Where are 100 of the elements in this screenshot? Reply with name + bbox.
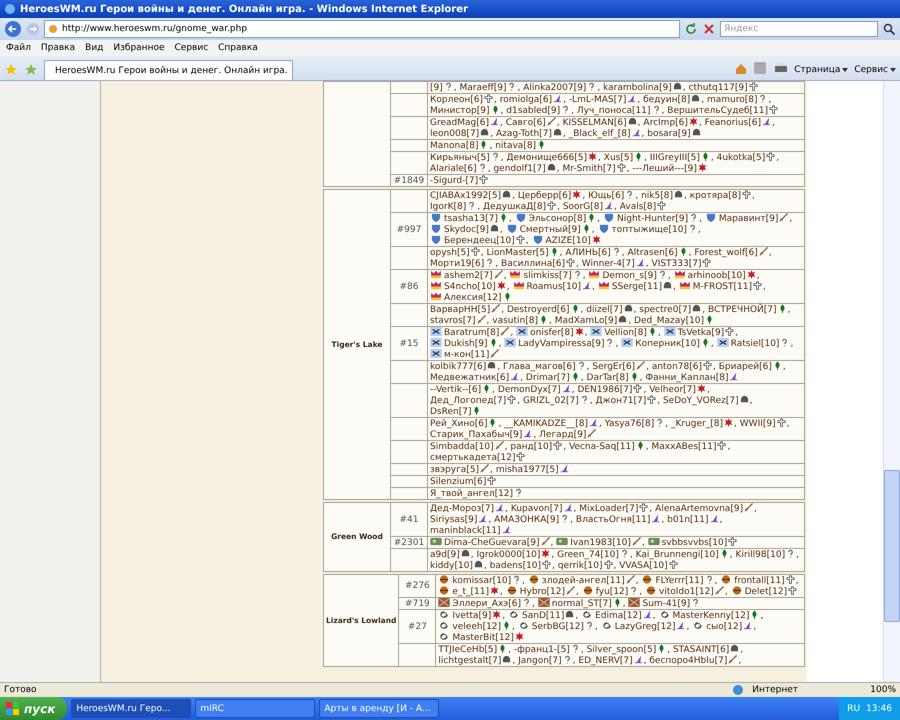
player-name[interactable]: ДедушкаД[8] bbox=[482, 202, 546, 212]
player-name[interactable]: [9] bbox=[430, 83, 443, 93]
player-name[interactable]: AlenaArtemovna[9] bbox=[655, 504, 744, 514]
player-name[interactable]: FLYerrr[11] bbox=[655, 576, 704, 586]
player-name[interactable]: fyu[12] bbox=[596, 587, 628, 597]
player-name[interactable]: ED_NERV[7] bbox=[578, 656, 633, 666]
player-name[interactable]: Green_74[10] bbox=[557, 550, 619, 560]
taskbar-button[interactable]: Арты в аренду [И - А... bbox=[319, 699, 440, 718]
player-name[interactable]: Hybro[12] bbox=[520, 587, 566, 597]
player-name[interactable]: kiddy[10] bbox=[430, 561, 473, 571]
player-name[interactable]: d1sabled[9] bbox=[506, 106, 560, 116]
player-name[interactable]: Feanorius[6] bbox=[704, 118, 761, 128]
player-name[interactable]: nik5[8] bbox=[641, 191, 673, 201]
player-name[interactable]: Avals[8] bbox=[620, 202, 656, 212]
player-name[interactable]: Kai_Brunnengi[10] bbox=[636, 550, 719, 560]
player-name[interactable]: kolbik777[6] bbox=[430, 362, 486, 372]
player-name[interactable]: АЛИНЬ[6] bbox=[565, 248, 611, 258]
player-name[interactable]: Бриарей[6] bbox=[718, 362, 772, 372]
menu-item[interactable]: Вид bbox=[85, 43, 104, 53]
player-name[interactable]: AZIZE[10] bbox=[546, 236, 591, 246]
player-name[interactable]: romiolga[6] bbox=[500, 95, 552, 105]
player-name[interactable]: misha1977[5] bbox=[496, 465, 559, 475]
player-name[interactable]: Я_твой_ангел[12] bbox=[430, 489, 514, 499]
player-name[interactable]: TTJIeCeHb[5] bbox=[438, 645, 498, 655]
player-name[interactable]: --Vertik--[6] bbox=[430, 385, 482, 395]
player-name[interactable]: KISSELMAN[6] bbox=[562, 118, 627, 128]
player-name[interactable]: vasutin[8] bbox=[492, 316, 538, 326]
player-name[interactable]: Alinka2007[9] bbox=[523, 83, 586, 93]
player-name[interactable]: ВершительСудеб[11] bbox=[667, 106, 768, 116]
player-name[interactable]: _Kruger_[8] bbox=[671, 419, 724, 429]
player-name[interactable]: MasterKenny[12] bbox=[672, 611, 750, 621]
player-name[interactable]: komissar[10] bbox=[452, 576, 512, 586]
player-name[interactable]: STASAINT[6] bbox=[672, 645, 730, 655]
add-favorite-icon[interactable] bbox=[24, 63, 38, 77]
player-name[interactable]: Vecna-Saq[11] bbox=[568, 442, 635, 452]
player-name[interactable]: Kupavon[7] bbox=[510, 504, 562, 514]
player-name[interactable]: Edima[12] bbox=[595, 611, 642, 621]
menu-item[interactable]: Правка bbox=[40, 43, 76, 53]
player-name[interactable]: slimkiss[7] bbox=[523, 271, 572, 281]
player-name[interactable]: Рей_Хино[6] bbox=[430, 419, 488, 429]
player-name[interactable]: anton78[6] bbox=[652, 362, 702, 372]
player-name[interactable]: Skydoc[9] bbox=[444, 225, 489, 235]
player-name[interactable]: Azag-Toth[7] bbox=[496, 129, 552, 139]
player-name[interactable]: Maraeff[9] bbox=[460, 83, 506, 93]
player-name[interactable]: IIIGreyIII[5] bbox=[650, 153, 700, 163]
player-name[interactable]: Xus[5] bbox=[604, 153, 634, 163]
player-name[interactable]: Ivan1983[10] bbox=[570, 538, 631, 548]
player-name[interactable]: ---Леший---[9] bbox=[632, 164, 697, 174]
player-name[interactable]: maninblack[11] bbox=[430, 526, 501, 536]
player-name[interactable]: MadXamLo[9] bbox=[554, 316, 618, 326]
player-name[interactable]: VVASA[10] bbox=[619, 561, 668, 571]
player-name[interactable]: смертькадета[12] bbox=[430, 453, 516, 463]
player-name[interactable]: -LmL-MAS[7] bbox=[568, 95, 626, 105]
player-name[interactable]: SergEr[6] bbox=[592, 362, 636, 372]
player-name[interactable]: Altrasen[6] bbox=[628, 248, 678, 258]
player-name[interactable]: АМАЗОНКА[9] bbox=[494, 515, 560, 525]
search-field[interactable]: Яндекс bbox=[720, 21, 878, 37]
player-name[interactable]: SeDoY_VORez[7] bbox=[662, 396, 739, 406]
player-name[interactable]: TsVetka[9] bbox=[678, 328, 724, 338]
player-name[interactable]: м-кон[11] bbox=[444, 350, 490, 360]
favorites-star-icon[interactable] bbox=[4, 63, 18, 77]
player-name[interactable]: LionMaster[5] bbox=[486, 248, 549, 258]
menu-item[interactable]: Файл bbox=[6, 43, 31, 53]
player-name[interactable]: M-FROST[11] bbox=[692, 282, 752, 292]
zoom-level[interactable]: 100% bbox=[870, 685, 896, 695]
player-name[interactable]: badens[10] bbox=[490, 561, 542, 571]
player-name[interactable]: Silenzium[6] bbox=[430, 477, 486, 487]
player-name[interactable]: Легард[9] bbox=[539, 430, 586, 440]
player-name[interactable]: Dukish[9] bbox=[444, 339, 488, 349]
player-name[interactable]: b01n[11] bbox=[667, 515, 709, 525]
player-name[interactable]: frontall[11] bbox=[734, 576, 785, 586]
player-name[interactable]: Ratsiel[10] bbox=[730, 339, 780, 349]
player-name[interactable]: Siriysas[9] bbox=[430, 515, 478, 525]
player-name[interactable]: Кирьяныч[5] bbox=[430, 153, 490, 163]
player-name[interactable]: diizel[7] bbox=[586, 305, 623, 315]
menu-item[interactable]: Избранное bbox=[113, 43, 164, 53]
player-name[interactable]: WWII[9] bbox=[740, 419, 776, 429]
player-name[interactable]: Дед-Мороз[7] bbox=[430, 504, 494, 514]
player-name[interactable]: normal_ST[7] bbox=[552, 599, 612, 609]
player-name[interactable]: Глава_магов[6] bbox=[503, 362, 576, 372]
home-icon[interactable] bbox=[734, 62, 748, 76]
player-name[interactable]: _Black_elf_[8] bbox=[568, 129, 630, 139]
player-name[interactable]: Winner-4[7] bbox=[582, 259, 635, 269]
player-name[interactable]: bosara[9] bbox=[647, 129, 691, 139]
player-name[interactable]: 4ukotka[5] bbox=[716, 153, 766, 163]
player-name[interactable]: сыо[12] bbox=[706, 622, 742, 632]
player-name[interactable]: Фанни_Каплан[8] bbox=[645, 373, 728, 383]
player-name[interactable]: -франц1-[5] bbox=[514, 645, 570, 655]
player-name[interactable]: ВластьОгня[11] bbox=[576, 515, 650, 525]
player-name[interactable]: IgorK[8] bbox=[430, 202, 466, 212]
player-name[interactable]: -Sigurd-[7] bbox=[430, 176, 478, 186]
player-name[interactable]: DarTar[8] bbox=[586, 373, 629, 383]
player-name[interactable]: Destroyerd[6] bbox=[506, 305, 570, 315]
player-name[interactable]: Демонище666[5] bbox=[506, 153, 588, 163]
player-name[interactable]: e_t_[11] bbox=[452, 587, 489, 597]
player-name[interactable]: Алексия[12] bbox=[444, 293, 502, 303]
player-name[interactable]: GRIZL_02[7] bbox=[522, 396, 579, 406]
player-name[interactable]: opysh[5] bbox=[430, 248, 470, 258]
player-name[interactable]: бедуин[8] bbox=[643, 95, 690, 105]
player-name[interactable]: Yasya76[8] bbox=[604, 419, 654, 429]
